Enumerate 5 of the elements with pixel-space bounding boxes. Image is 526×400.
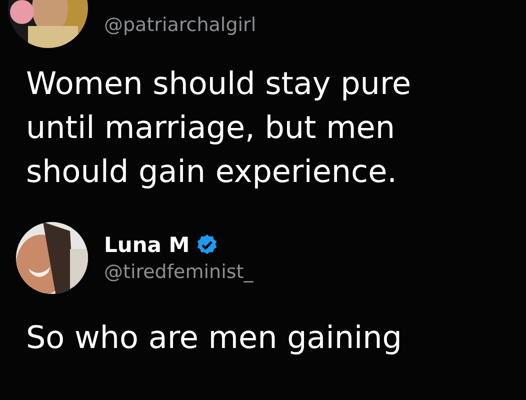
tweet-text: So who are men gaining — [26, 319, 403, 358]
user-handle: @tiredfeminist_ — [104, 261, 254, 283]
tweet-text: Women should stay pure until marriage, but men should gain experience. — [26, 65, 412, 192]
user-handle: @patriarchalgirl — [104, 14, 256, 36]
user-name: Luna M — [104, 233, 190, 257]
